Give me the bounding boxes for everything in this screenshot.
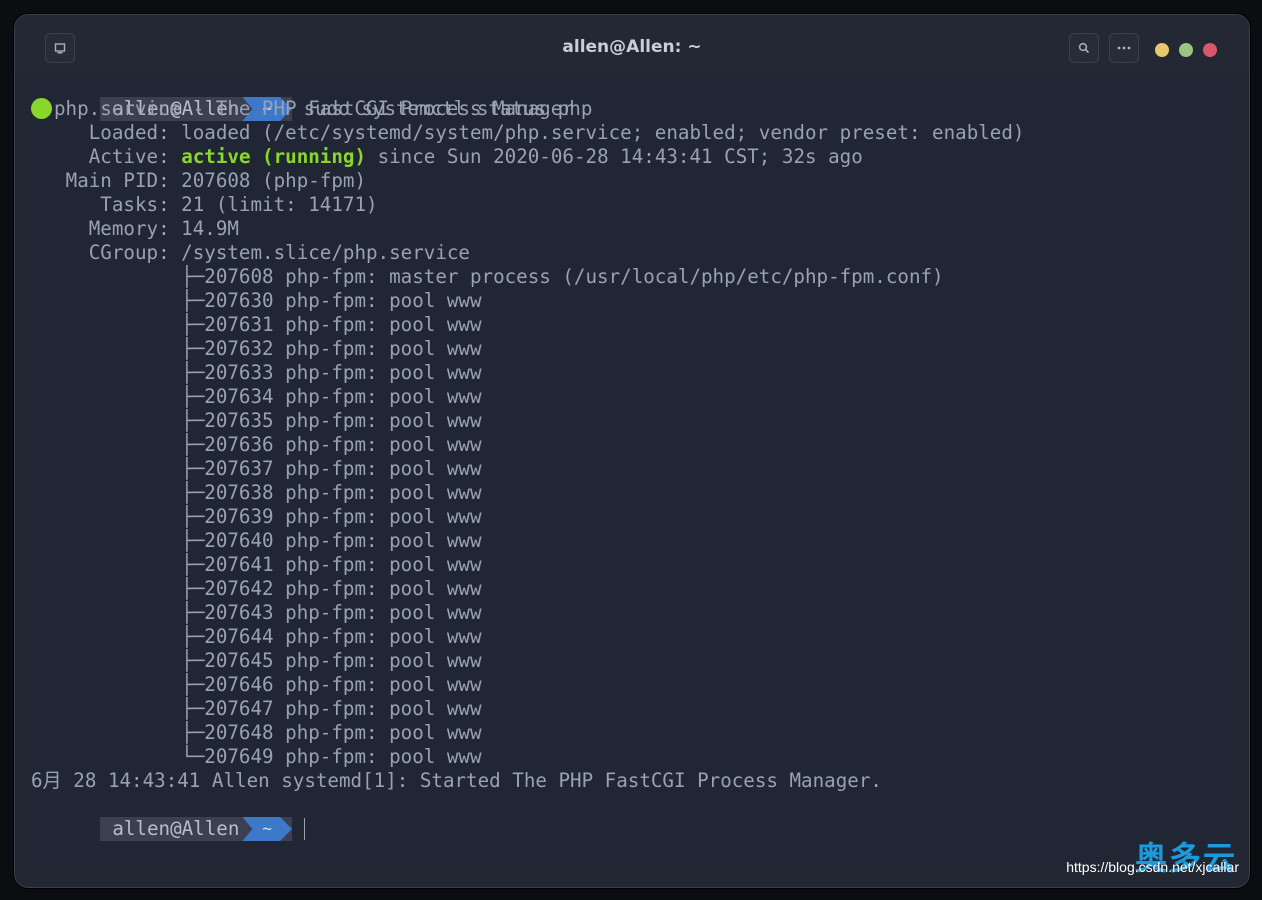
loaded-line: Loaded: loaded (/etc/systemd/system/php.…: [31, 121, 1025, 144]
tasks-line: Tasks: 21 (limit: 14171): [31, 193, 378, 216]
process-row: ├─207633 php-fpm: pool www: [31, 361, 482, 384]
title-bar: allen@Allen: ~: [15, 15, 1249, 73]
minimize-button[interactable]: [1155, 43, 1169, 57]
process-row: ├─207641 php-fpm: pool www: [31, 553, 482, 576]
cgroup-line: CGroup: /system.slice/php.service: [31, 241, 470, 264]
process-row: └─207649 php-fpm: pool www: [31, 745, 482, 768]
process-row: ├─207608 php-fpm: master process (/usr/l…: [31, 265, 944, 288]
command-line: allen@Allen ~ sudo systemctl status php: [31, 73, 592, 121]
text-cursor: [304, 818, 306, 840]
maximize-button[interactable]: [1179, 43, 1193, 57]
process-row: ├─207637 php-fpm: pool www: [31, 457, 482, 480]
active-state: active (running): [181, 145, 367, 168]
process-row: ├─207647 php-fpm: pool www: [31, 697, 482, 720]
close-button[interactable]: [1203, 43, 1217, 57]
terminal-output[interactable]: allen@Allen ~ sudo systemctl status php p…: [31, 73, 1233, 867]
process-row: ├─207646 php-fpm: pool www: [31, 673, 482, 696]
process-row: ├─207643 php-fpm: pool www: [31, 601, 482, 624]
unit-line: php.service - The PHP FastCGI Process Ma…: [31, 97, 574, 121]
memory-line: Memory: 14.9M: [31, 217, 239, 240]
process-row: ├─207648 php-fpm: pool www: [31, 721, 482, 744]
process-row: ├─207635 php-fpm: pool www: [31, 409, 482, 432]
process-row: ├─207630 php-fpm: pool www: [31, 289, 482, 312]
terminal-window: allen@Allen: ~ allen@Allen ~ sudo systemc…: [14, 14, 1250, 888]
process-row: ├─207632 php-fpm: pool www: [31, 337, 482, 360]
process-row: ├─207631 php-fpm: pool www: [31, 313, 482, 336]
more-icon[interactable]: [1109, 33, 1139, 63]
process-row: ├─207638 php-fpm: pool www: [31, 481, 482, 504]
prompt-user: allen@Allen: [100, 817, 253, 841]
watermark-url: https://blog.csdn.net/xjcallar: [1066, 859, 1239, 875]
process-row: ├─207644 php-fpm: pool www: [31, 625, 482, 648]
process-row: ├─207639 php-fpm: pool www: [31, 505, 482, 528]
status-dot-icon: [31, 98, 52, 119]
process-row: ├─207642 php-fpm: pool www: [31, 577, 482, 600]
search-icon[interactable]: [1069, 33, 1099, 63]
prompt-line: allen@Allen ~: [31, 793, 306, 841]
log-line: 6月 28 14:43:41 Allen systemd[1]: Started…: [31, 769, 882, 792]
process-row: ├─207636 php-fpm: pool www: [31, 433, 482, 456]
main-pid-line: Main PID: 207608 (php-fpm): [31, 169, 367, 192]
process-row: ├─207645 php-fpm: pool www: [31, 649, 482, 672]
window-title: allen@Allen: ~: [562, 37, 702, 57]
process-row: ├─207640 php-fpm: pool www: [31, 529, 482, 552]
active-line: Active: active (running) since Sun 2020-…: [31, 145, 863, 168]
process-row: ├─207634 php-fpm: pool www: [31, 385, 482, 408]
